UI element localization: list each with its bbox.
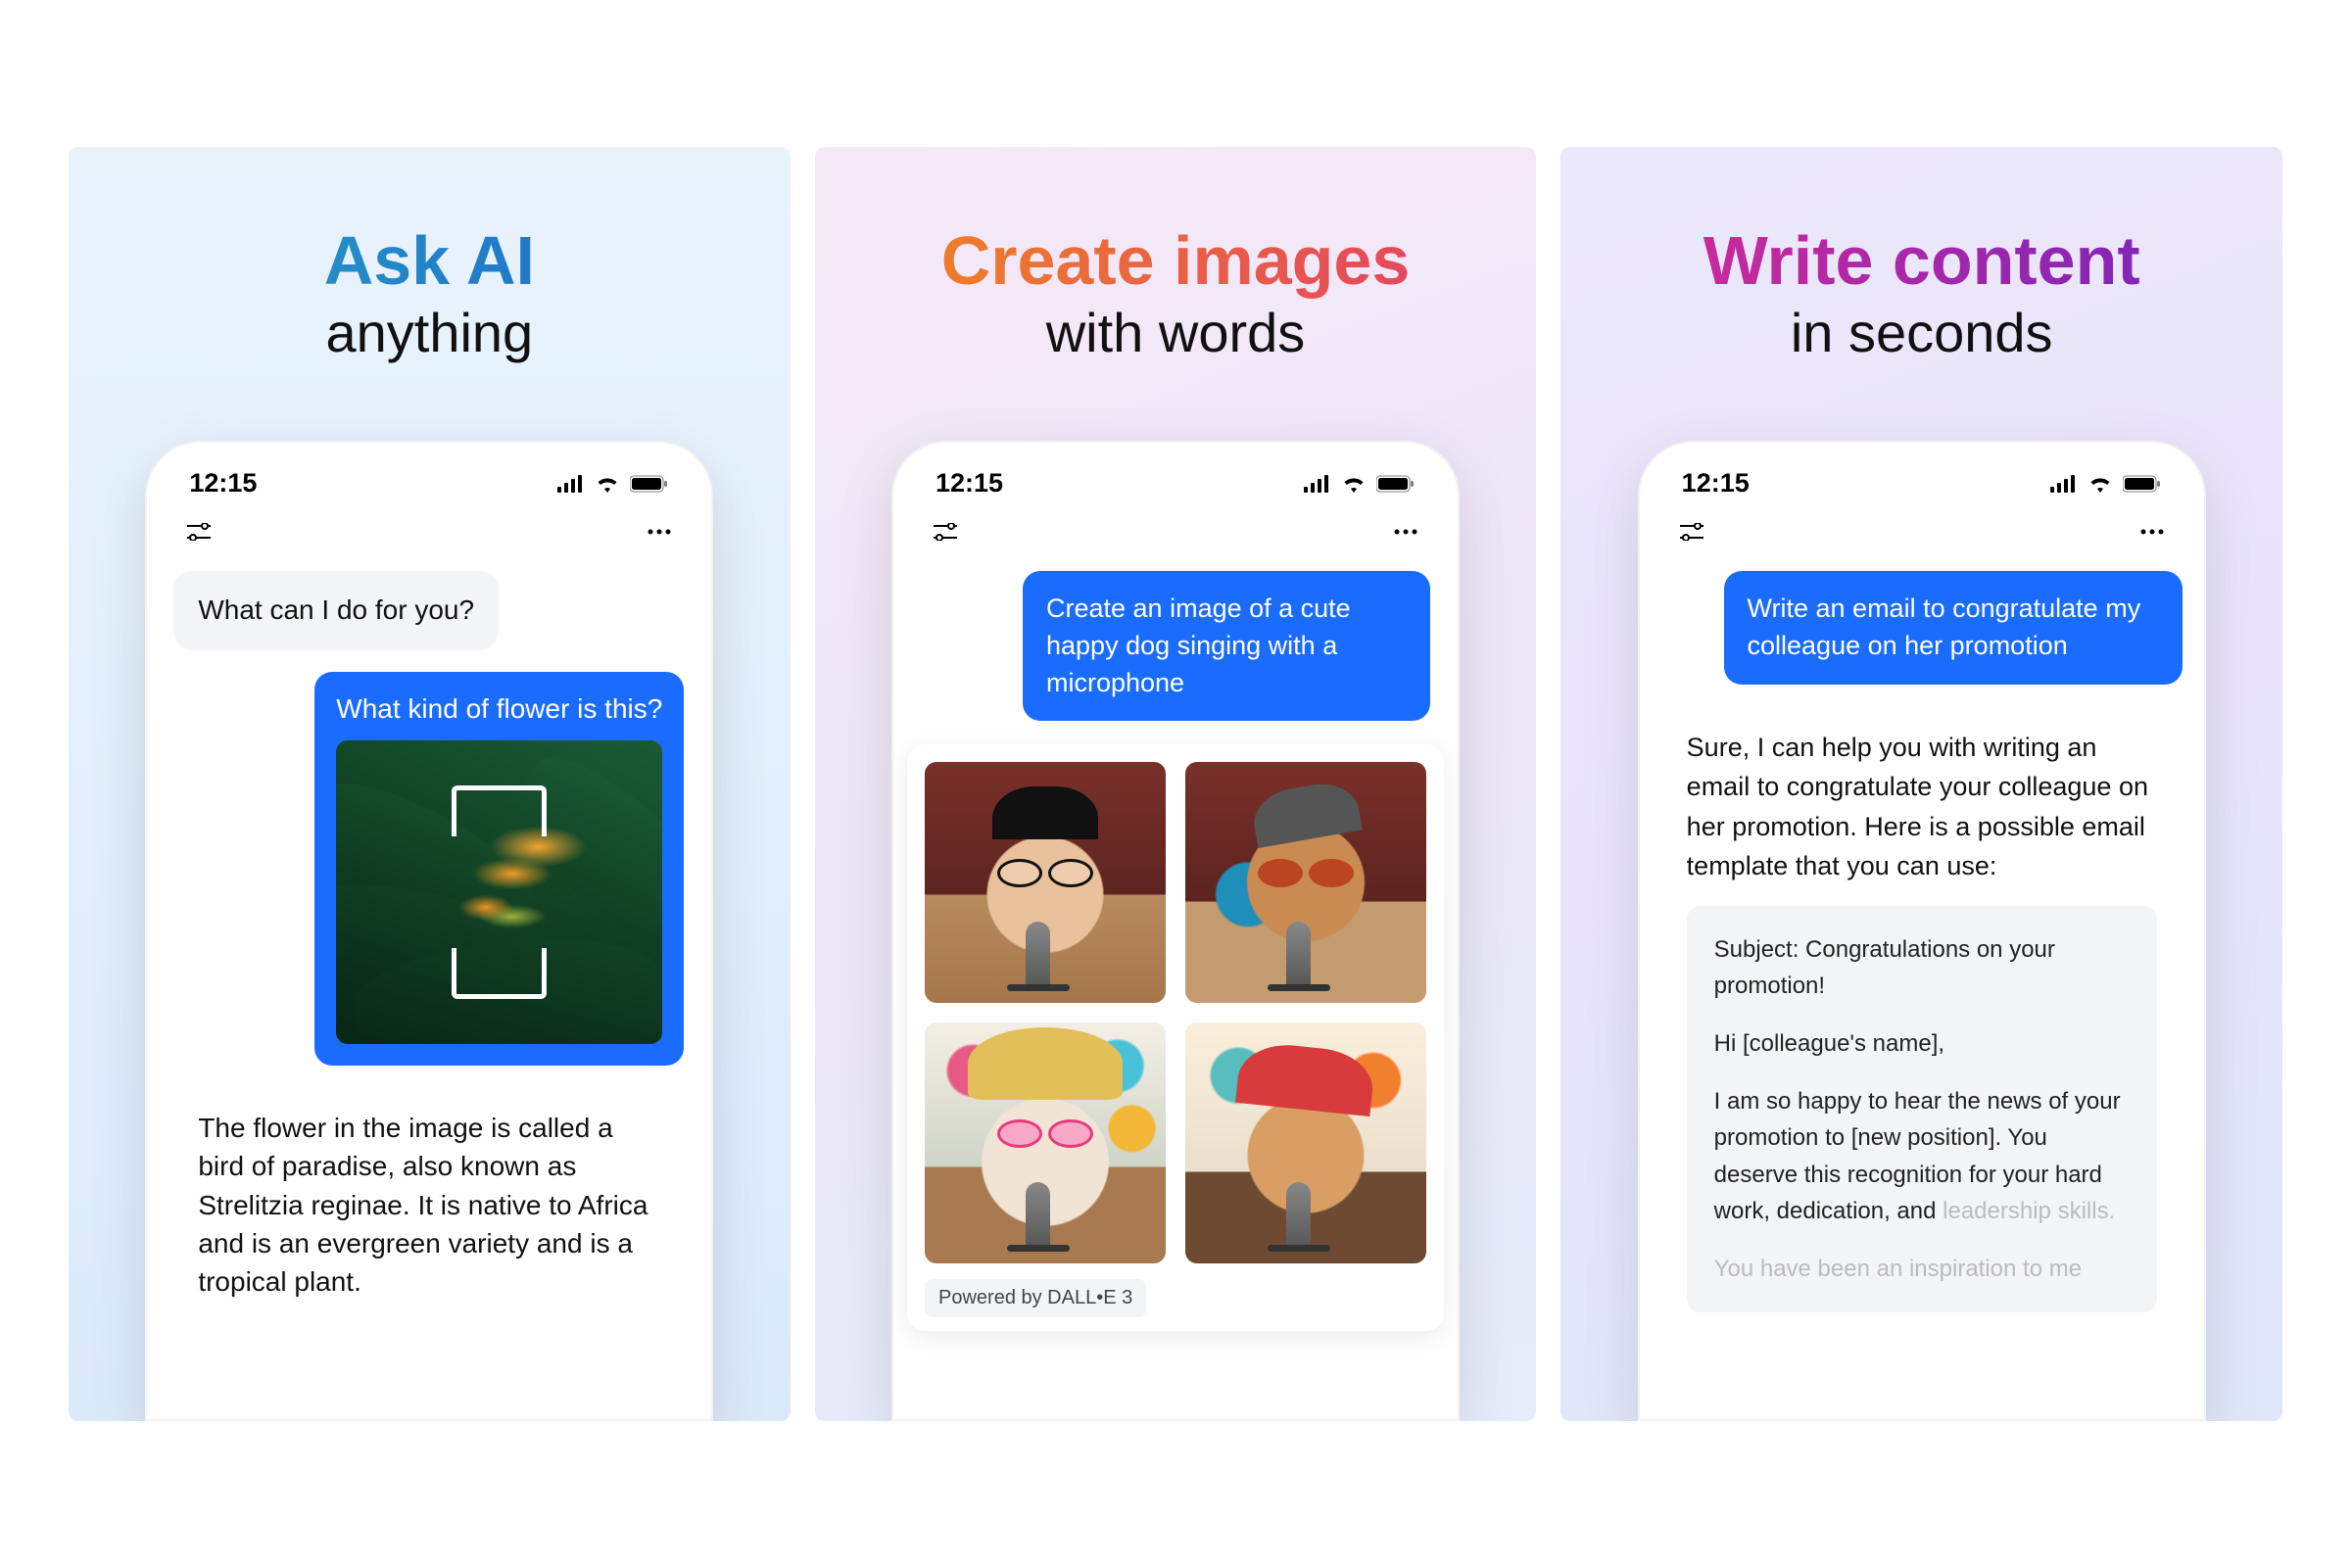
- wifi-icon: [2087, 475, 2113, 493]
- toolbar: [145, 508, 713, 553]
- status-time: 12:15: [1682, 468, 1750, 499]
- image-grid: [925, 762, 1426, 1263]
- toolbar: [1638, 508, 2206, 553]
- status-time: 12:15: [936, 468, 1003, 499]
- phone-mock: 12:15: [145, 441, 713, 1421]
- crop-marks-icon: [336, 740, 662, 1044]
- settings-icon[interactable]: [184, 522, 214, 542]
- settings-icon[interactable]: [931, 522, 960, 542]
- email-greeting: Hi [colleague's name],: [1714, 1025, 2130, 1062]
- ai-response: Sure, I can help you with writing an ema…: [1661, 704, 2183, 1331]
- status-bar: 12:15: [145, 441, 713, 508]
- generated-image[interactable]: [925, 1022, 1166, 1263]
- status-time: 12:15: [189, 468, 257, 499]
- battery-icon: [2123, 475, 2162, 493]
- image-results: Powered by DALL•E 3: [907, 744, 1444, 1331]
- status-icons: [2050, 475, 2162, 493]
- headline: Create images with words: [815, 223, 1537, 364]
- panel-write-content: Write content in seconds 12:15: [1560, 147, 2282, 1421]
- headline-title: Write content: [1560, 223, 2282, 299]
- panel-ask-ai: Ask AI anything 12:15: [69, 147, 791, 1421]
- more-icon[interactable]: [1391, 522, 1420, 542]
- user-prompt: Create an image of a cute happy dog sing…: [1023, 571, 1430, 721]
- headline-subtitle: in seconds: [1560, 301, 2282, 364]
- email-body: I am so happy to hear the news of your p…: [1714, 1083, 2130, 1229]
- ai-answer: The flower in the image is called a bird…: [174, 1089, 684, 1320]
- chat: Create an image of a cute happy dog sing…: [891, 553, 1460, 1421]
- battery-icon: [630, 475, 669, 493]
- headline-subtitle: with words: [815, 301, 1537, 364]
- status-icons: [557, 475, 669, 493]
- wifi-icon: [595, 475, 620, 493]
- battery-icon: [1376, 475, 1415, 493]
- status-bar: 12:15: [891, 441, 1460, 508]
- app-store-screenshots: Ask AI anything 12:15: [0, 0, 2351, 1568]
- chat: What can I do for you? What kind of flow…: [145, 553, 713, 1421]
- user-prompt-text: What kind of flower is this?: [336, 693, 662, 725]
- signal-icon: [557, 475, 585, 493]
- more-icon[interactable]: [645, 522, 674, 542]
- email-subject: Subject: Congratulations on your promoti…: [1714, 931, 2130, 1004]
- headline-title: Ask AI: [69, 223, 791, 299]
- signal-icon: [1304, 475, 1331, 493]
- image-attribution: Powered by DALL•E 3: [925, 1279, 1146, 1317]
- headline-title: Create images: [815, 223, 1537, 299]
- status-bar: 12:15: [1638, 441, 2206, 508]
- generated-image[interactable]: [1185, 762, 1426, 1003]
- more-icon[interactable]: [2137, 522, 2167, 542]
- user-image-message: What kind of flower is this?: [314, 672, 684, 1066]
- signal-icon: [2050, 475, 2078, 493]
- chat: Write an email to congratulate my collea…: [1638, 553, 2206, 1421]
- headline: Ask AI anything: [69, 223, 791, 364]
- phone-mock: 12:15: [1638, 441, 2206, 1421]
- ai-message: What can I do for you?: [174, 571, 498, 648]
- headline-subtitle: anything: [69, 301, 791, 364]
- uploaded-photo: [336, 740, 662, 1044]
- panel-create-images: Create images with words 12:15: [815, 147, 1537, 1421]
- headline: Write content in seconds: [1560, 223, 2282, 364]
- ai-intro-text: Sure, I can help you with writing an ema…: [1687, 728, 2157, 886]
- email-template: Subject: Congratulations on your promoti…: [1687, 906, 2157, 1313]
- toolbar: [891, 508, 1460, 553]
- settings-icon[interactable]: [1677, 522, 1706, 542]
- generated-image[interactable]: [925, 762, 1166, 1003]
- email-body-fade: You have been an inspiration to me: [1714, 1251, 2130, 1287]
- phone-mock: 12:15: [891, 441, 1460, 1421]
- status-icons: [1304, 475, 1415, 493]
- wifi-icon: [1341, 475, 1367, 493]
- user-prompt: Write an email to congratulate my collea…: [1724, 571, 2183, 685]
- generated-image[interactable]: [1185, 1022, 1426, 1263]
